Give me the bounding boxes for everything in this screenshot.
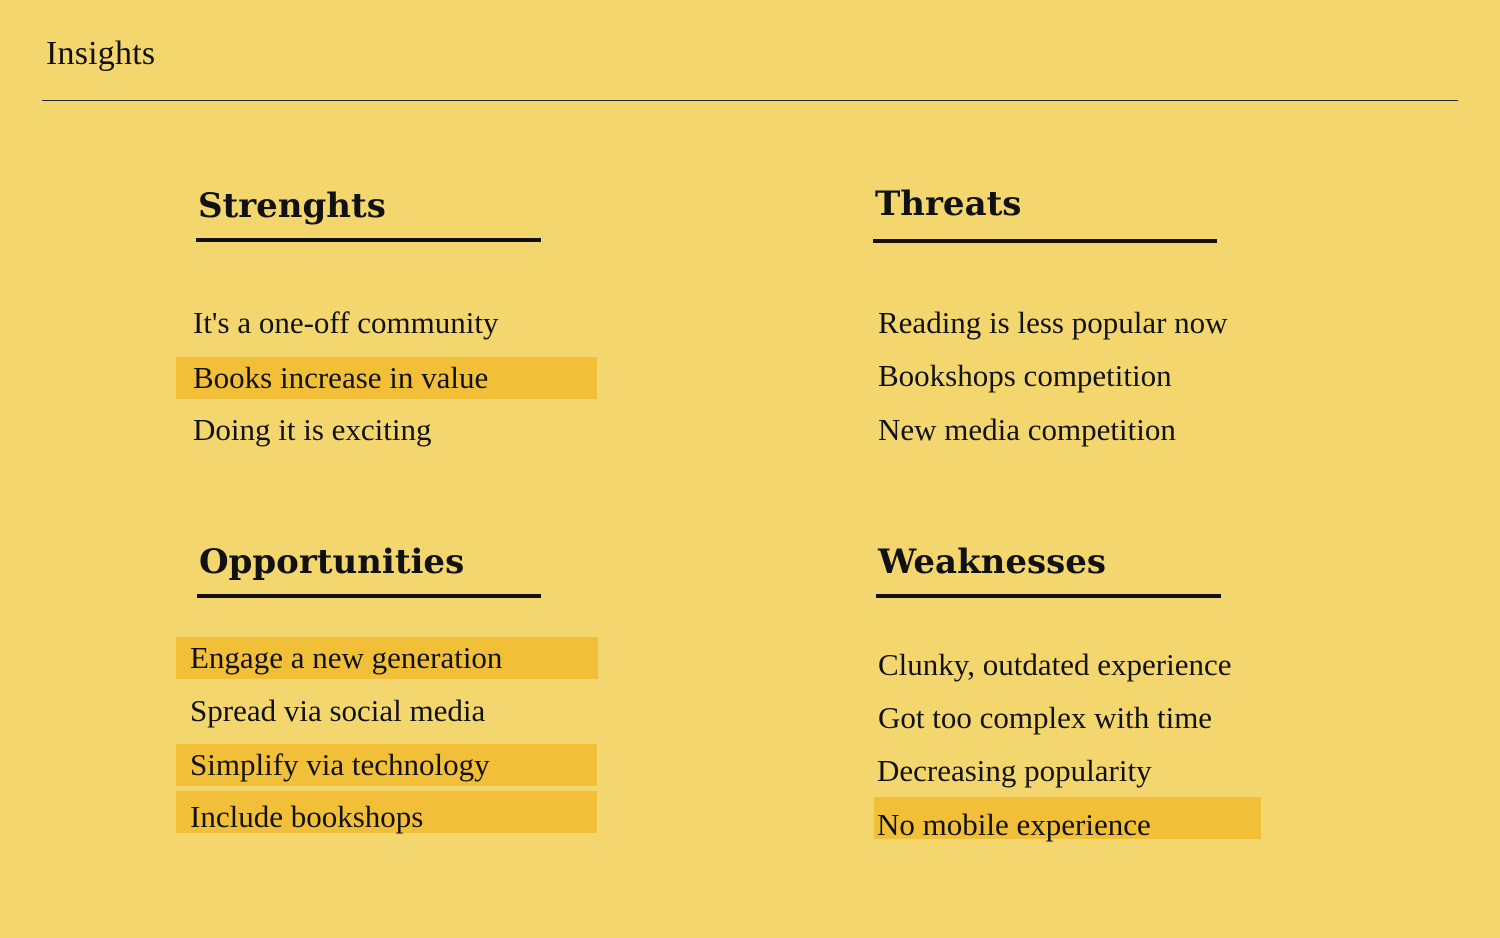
opportunities-item-highlighted: Simplify via technology xyxy=(176,744,597,786)
title-divider xyxy=(42,100,1458,101)
strengths-item: Doing it is exciting xyxy=(193,412,432,447)
weaknesses-item: Clunky, outdated experience xyxy=(878,647,1232,682)
threats-item: Reading is less popular now xyxy=(878,305,1228,340)
strengths-item: It's a one-off community xyxy=(193,305,499,340)
opportunities-item: Spread via social media xyxy=(190,693,486,728)
strengths-item-highlighted: Books increase in value xyxy=(176,357,597,399)
opportunities-item-highlighted: Engage a new generation xyxy=(176,637,598,679)
weaknesses-underline xyxy=(876,594,1221,598)
strengths-heading: Strenghts xyxy=(198,186,386,226)
threats-underline xyxy=(873,239,1217,243)
page-title: Insights xyxy=(46,35,156,72)
threats-item: New media competition xyxy=(878,412,1176,447)
opportunities-underline xyxy=(197,594,541,598)
weaknesses-item-highlighted: No mobile experience xyxy=(874,797,1261,842)
weaknesses-item: Got too complex with time xyxy=(878,700,1213,735)
opportunities-item-highlighted: Include bookshops xyxy=(176,791,597,834)
threats-heading: Threats xyxy=(875,184,1022,224)
weaknesses-item: Decreasing popularity xyxy=(877,753,1152,788)
weaknesses-heading: Weaknesses xyxy=(878,542,1107,582)
strengths-underline xyxy=(196,238,541,242)
threats-item: Bookshops competition xyxy=(878,358,1172,393)
opportunities-heading: Opportunities xyxy=(199,542,465,582)
